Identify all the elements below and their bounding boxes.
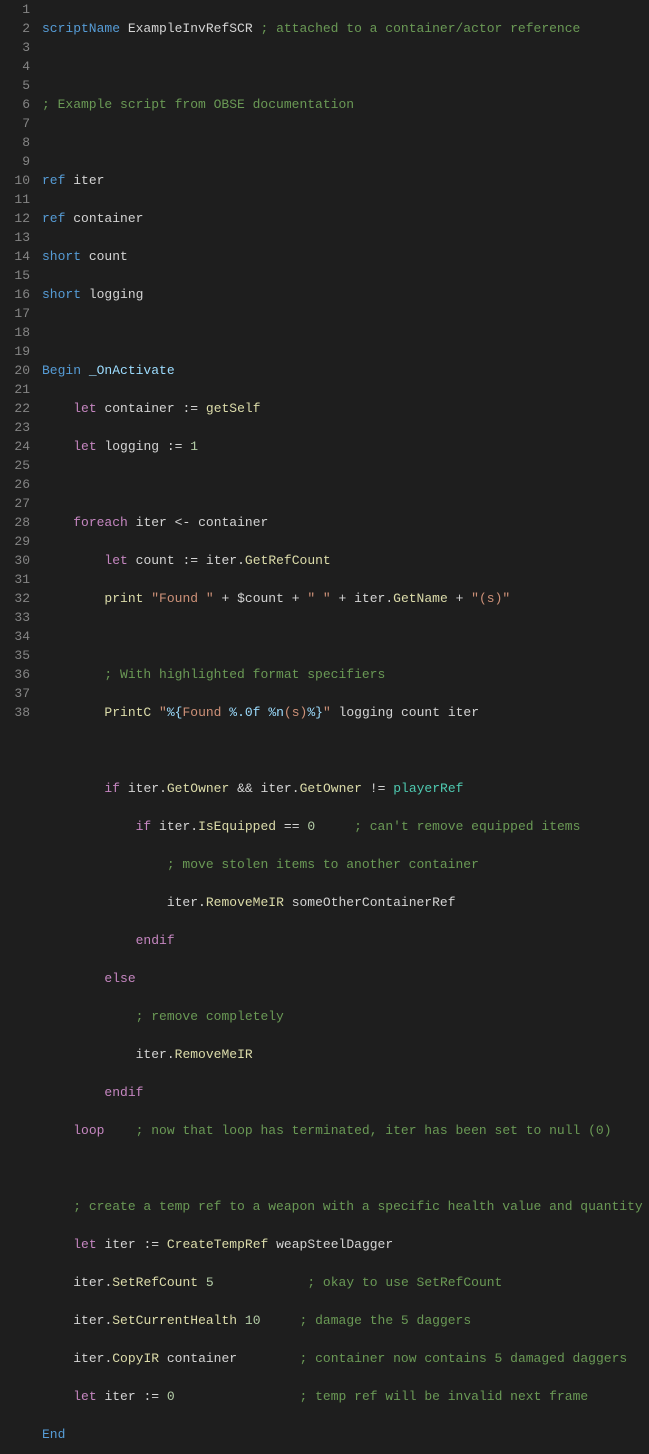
code-line: else	[42, 969, 643, 988]
code-line: if iter.IsEquipped == 0 ; can't remove e…	[42, 817, 643, 836]
line-number: 12	[6, 209, 30, 228]
line-number: 14	[6, 247, 30, 266]
line-number: 22	[6, 399, 30, 418]
code-line: if iter.GetOwner && iter.GetOwner != pla…	[42, 779, 643, 798]
line-number: 6	[6, 95, 30, 114]
line-number: 32	[6, 589, 30, 608]
line-number: 17	[6, 304, 30, 323]
line-number: 37	[6, 684, 30, 703]
code-line: endif	[42, 1083, 643, 1102]
line-number: 10	[6, 171, 30, 190]
code-line	[42, 57, 643, 76]
line-number: 13	[6, 228, 30, 247]
code-line	[42, 323, 643, 342]
code-line: let iter := 0 ; temp ref will be invalid…	[42, 1387, 643, 1406]
line-number: 15	[6, 266, 30, 285]
line-number-gutter: 1234567891011121314151617181920212223242…	[0, 0, 42, 727]
code-line: loop ; now that loop has terminated, ite…	[42, 1121, 643, 1140]
line-number: 25	[6, 456, 30, 475]
line-number: 29	[6, 532, 30, 551]
code-line: ; Example script from OBSE documentation	[42, 95, 643, 114]
code-line: iter.RemoveMeIR someOtherContainerRef	[42, 893, 643, 912]
line-number: 9	[6, 152, 30, 171]
line-number: 36	[6, 665, 30, 684]
line-number: 5	[6, 76, 30, 95]
line-number: 4	[6, 57, 30, 76]
code-line: ; With highlighted format specifiers	[42, 665, 643, 684]
code-line: print "Found " + $count + " " + iter.Get…	[42, 589, 643, 608]
code-line: short logging	[42, 285, 643, 304]
code-line	[42, 133, 643, 152]
code-line: ref iter	[42, 171, 643, 190]
line-number: 11	[6, 190, 30, 209]
code-line	[42, 627, 643, 646]
line-number: 26	[6, 475, 30, 494]
line-number: 2	[6, 19, 30, 38]
line-number: 27	[6, 494, 30, 513]
code-line: iter.CopyIR container ; container now co…	[42, 1349, 643, 1368]
code-line: iter.RemoveMeIR	[42, 1045, 643, 1064]
line-number: 20	[6, 361, 30, 380]
code-line: let logging := 1	[42, 437, 643, 456]
line-number: 33	[6, 608, 30, 627]
line-number: 24	[6, 437, 30, 456]
line-number: 18	[6, 323, 30, 342]
line-number: 19	[6, 342, 30, 361]
code-line: short count	[42, 247, 643, 266]
code-line: let container := getSelf	[42, 399, 643, 418]
code-line: ; move stolen items to another container	[42, 855, 643, 874]
code-line: PrintC "%{Found %.0f %n(s)%}" logging co…	[42, 703, 643, 722]
line-number: 21	[6, 380, 30, 399]
code-line: iter.SetRefCount 5 ; okay to use SetRefC…	[42, 1273, 643, 1292]
code-line: End	[42, 1425, 643, 1444]
line-number: 28	[6, 513, 30, 532]
line-number: 38	[6, 703, 30, 722]
code-line: ; remove completely	[42, 1007, 643, 1026]
code-line: ref container	[42, 209, 643, 228]
line-number: 30	[6, 551, 30, 570]
code-line: endif	[42, 931, 643, 950]
code-line: foreach iter <- container	[42, 513, 643, 532]
code-line	[42, 741, 643, 760]
code-line: ; create a temp ref to a weapon with a s…	[42, 1197, 643, 1216]
code-line: scriptName ExampleInvRefSCR ; attached t…	[42, 19, 643, 38]
line-number: 7	[6, 114, 30, 133]
line-number: 34	[6, 627, 30, 646]
line-number: 23	[6, 418, 30, 437]
line-number: 16	[6, 285, 30, 304]
line-number: 35	[6, 646, 30, 665]
code-line: let iter := CreateTempRef weapSteelDagge…	[42, 1235, 643, 1254]
code-editor[interactable]: scriptName ExampleInvRefSCR ; attached t…	[42, 0, 643, 727]
line-number: 1	[6, 0, 30, 19]
code-line	[42, 1159, 643, 1178]
code-line: Begin _OnActivate	[42, 361, 643, 380]
code-line: iter.SetCurrentHealth 10 ; damage the 5 …	[42, 1311, 643, 1330]
code-line: let count := iter.GetRefCount	[42, 551, 643, 570]
line-number: 8	[6, 133, 30, 152]
line-number: 31	[6, 570, 30, 589]
line-number: 3	[6, 38, 30, 57]
code-line	[42, 475, 643, 494]
